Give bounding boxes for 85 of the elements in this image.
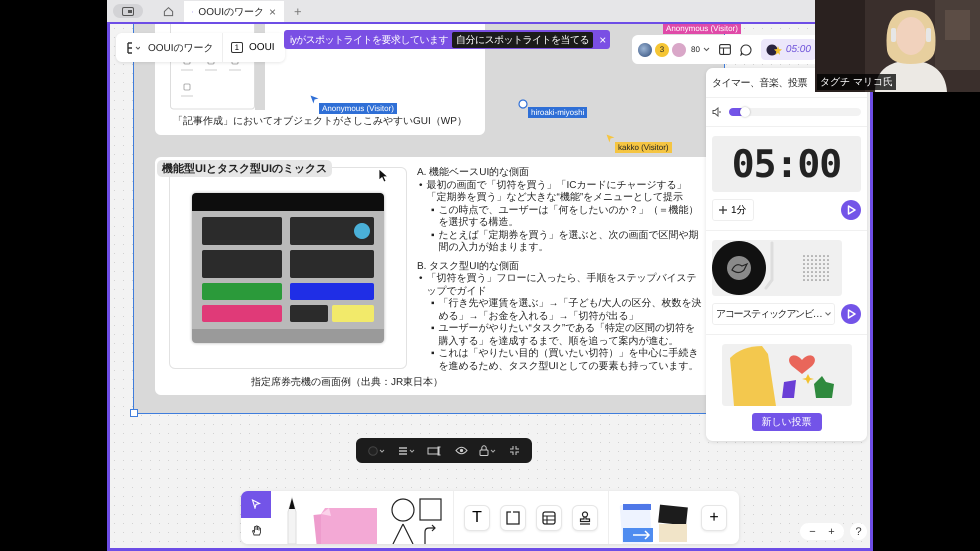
select-tool-button[interactable] (241, 491, 271, 518)
collaborator-count[interactable]: 3 (655, 42, 669, 56)
image-caption: 指定席券売機の画面例（出典：JR東日本） (251, 376, 444, 389)
close-button[interactable]: × (599, 32, 606, 46)
frame-name: OOUI (249, 42, 275, 53)
stamp-tool-button[interactable] (572, 504, 598, 530)
section-heading: A. 機能ベースUI的な側面 (417, 167, 530, 180)
templates-drawing[interactable] (619, 500, 691, 544)
bullet-mark: • (419, 180, 423, 192)
bullet-text: 最初の画面で「切符を買う」「ICカードにチャージする」「定期券を買う」など大きな“機能”をメニューとして提示 (426, 180, 688, 204)
bullet-mark: • (419, 273, 423, 286)
play-button[interactable] (841, 304, 861, 324)
hand-icon (250, 525, 262, 536)
resize-handle[interactable] (130, 409, 138, 417)
collapse-icon[interactable] (508, 445, 520, 456)
logo-icon (126, 42, 140, 54)
bullet-mark: ▪ (431, 230, 435, 242)
help-button[interactable]: ? (850, 523, 867, 540)
new-tab-button[interactable]: + (294, 4, 302, 18)
hand-tool-button[interactable] (241, 518, 271, 544)
avatar[interactable] (638, 42, 652, 56)
bullet-text: 「行き先や運賃を選ぶ」→「子ども/大人の区分、枚数を決める」→「お金を入れる」→「切符が出る」 (438, 298, 702, 322)
bullet-text: 「切符を買う」フローに入ったら、手順をステップバイステップでガイド (426, 273, 698, 298)
bullet-mark: ▪ (431, 298, 435, 311)
lock-icon[interactable] (479, 445, 498, 456)
board-name[interactable]: OOUIのワーク (148, 40, 214, 54)
bullet-mark: ▪ (431, 348, 435, 361)
bullet-text: たとえば「定期券を買う」を選ぶと、次の画面で区間や期間の入力が始まります。 (438, 230, 700, 254)
timer-display: 05:00 (712, 136, 861, 192)
layout-icon[interactable] (718, 44, 731, 55)
chat-icon[interactable] (740, 44, 752, 56)
play-icon (846, 309, 856, 319)
frame-tool-button[interactable] (500, 504, 526, 530)
eye-icon[interactable] (454, 446, 468, 455)
participant-name: タグチ マリコ氏 (817, 74, 896, 90)
speaker-icon[interactable] (712, 107, 723, 117)
caret-icon (825, 312, 831, 316)
volume-slider[interactable] (729, 108, 861, 116)
section-heading: B. タスク型UI的な側面 (417, 260, 520, 272)
arrow-pointer-icon (251, 499, 261, 510)
text-box-icon[interactable] (427, 446, 444, 456)
bullet-mark: ▪ (431, 323, 435, 336)
bullet-text: これは「やりたい目的（買いたい切符）」を中心に手続きを進めるため、タスク型UIとしての要素も持っています。 (438, 348, 700, 373)
table-tool-button[interactable] (536, 504, 562, 530)
zoom-in-button[interactable]: + (823, 523, 840, 540)
text-tool-button[interactable]: T (464, 504, 490, 530)
home-icon[interactable] (163, 6, 174, 16)
caret-icon[interactable] (702, 47, 710, 52)
timer-button[interactable]: 05:00 (760, 39, 816, 60)
play-icon (846, 205, 856, 215)
cursor-name-label: hiroaki-miyoshi (528, 107, 588, 118)
bullet-mark: ▪ (431, 204, 435, 218)
slider-handle[interactable] (740, 107, 750, 117)
stamp-icon (579, 510, 591, 524)
bullet-text: この時点で、ユーザーは「何をしたいのか？」（＝機能）を選択する構造。 (438, 204, 700, 230)
browser-tab[interactable]: OOUIのワーク × (184, 1, 284, 22)
zoom-out-button[interactable]: − (804, 523, 821, 540)
table-icon (542, 510, 556, 524)
add-button[interactable]: + (701, 504, 727, 530)
close-tab-button[interactable]: × (268, 4, 276, 18)
main-menu-button[interactable] (126, 42, 140, 54)
spotlight-button[interactable]: 自分にスポットライトを当てる (452, 32, 594, 48)
frames-button[interactable]: 1 OOUI (230, 42, 275, 53)
color-picker-icon[interactable] (368, 446, 386, 456)
sidebar-toggle-button[interactable] (113, 4, 143, 18)
play-button[interactable] (841, 200, 861, 220)
frame-count: 1 (230, 42, 244, 53)
new-poll-button[interactable]: 新しい投票 (752, 413, 822, 431)
frame-icon (506, 510, 520, 524)
slide-title: 機能型UIとタスク型UIのミックス (157, 160, 332, 177)
zoom-level[interactable]: 80 (691, 45, 700, 54)
cursor-name-label: Anonymous (Visitor) (663, 24, 741, 34)
spotlight-message: iyがスポットライトを要求しています (290, 34, 448, 46)
plus-icon (719, 206, 727, 214)
add-minute-button[interactable]: 1分 (712, 199, 754, 221)
cursor-name-label: Anonymous (Visitor) (319, 103, 397, 114)
shapes-tool-drawing[interactable] (391, 498, 443, 544)
sidebar-icon (122, 6, 134, 16)
track-dropdown[interactable]: アコースティックアンビ… (712, 303, 835, 325)
tab-title: OOUIのワーク (198, 6, 264, 18)
bullet-text: ユーザーがやりたい“タスク”である「特定の区間の切符を購入する」を達成するまで、順を追って案内が進む。 (438, 323, 696, 348)
cursor-name-label: kakko (Visitor) (615, 142, 672, 153)
line-style-icon[interactable] (398, 446, 416, 456)
timer-icon (766, 44, 782, 56)
slide-caption: 「記事作成」においてオブジェクトがさしこみやすいGUI（WP） (173, 114, 467, 128)
